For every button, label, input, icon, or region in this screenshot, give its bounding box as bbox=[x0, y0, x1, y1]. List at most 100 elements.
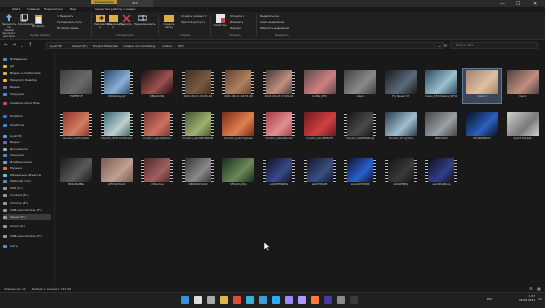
file-name[interactable]: clean bbox=[340, 95, 380, 98]
file-name[interactable]: 2021-06-11 16-55-44 bbox=[178, 95, 218, 98]
file-name[interactable]: Glass_SFX2/Glass_SFX2 bbox=[421, 95, 461, 98]
back-arrow-icon[interactable]: ← bbox=[4, 43, 8, 48]
file-thumbnail[interactable] bbox=[100, 112, 133, 136]
language-indicator[interactable]: РУС bbox=[487, 298, 492, 301]
file-name[interactable]: ZCSRK0NVtd bbox=[462, 137, 502, 140]
nav-item[interactable]: Видео и multimedia bbox=[3, 70, 51, 76]
file-name[interactable]: hand 2 bbox=[462, 95, 502, 98]
file-name[interactable]: houdini_paintyRoma bbox=[137, 137, 177, 140]
pin-quick-access-button[interactable]: Закрепить на панели быстрого доступа bbox=[2, 14, 16, 38]
up-arrow-icon[interactable]: ↑ bbox=[28, 43, 32, 48]
file-thumbnail[interactable] bbox=[384, 70, 417, 94]
file-name[interactable]: bottle_SFX bbox=[300, 95, 340, 98]
file-thumbnail[interactable] bbox=[100, 70, 133, 94]
nav-item[interactable]: Content (D:) bbox=[3, 192, 51, 198]
paste-button[interactable]: Вставить bbox=[32, 14, 45, 28]
breadcrumb-item[interactable]: скидки на marketing bbox=[123, 43, 155, 49]
rename-button[interactable]: Переименовать bbox=[134, 14, 155, 26]
nav-item[interactable]: Speed (E:) bbox=[3, 214, 51, 220]
invert-selection-button[interactable]: Обратить выделение bbox=[260, 27, 289, 30]
file-name[interactable]: Fly Speed 37 bbox=[381, 95, 421, 98]
file-thumbnail[interactable] bbox=[181, 158, 214, 182]
file-thumbnail[interactable] bbox=[222, 112, 255, 136]
taskbar-task-view-icon[interactable] bbox=[207, 296, 215, 304]
file-name[interactable]: houdini_paint bypass bbox=[218, 137, 258, 140]
nav-item[interactable]: Видео bbox=[3, 139, 51, 145]
file-name[interactable]: houdini_pbnPHR/PH bbox=[300, 137, 340, 140]
maximize-button[interactable]: ☐ bbox=[516, 1, 520, 7]
new-folder-button[interactable]: Создать папку bbox=[162, 14, 176, 29]
address-dropdown-icon[interactable]: ⌄ bbox=[438, 43, 441, 48]
copy-path-button[interactable]: Скопировать путь bbox=[57, 21, 82, 24]
file-thumbnail[interactable] bbox=[263, 112, 295, 136]
taskbar-after-effects-icon[interactable] bbox=[285, 296, 293, 304]
address-bar[interactable]: Lpull PC Speed (E:) Project Materials ск… bbox=[46, 42, 444, 49]
nav-item[interactable]: USB-накопитель (F:) bbox=[3, 233, 51, 239]
forward-arrow-icon[interactable]: → bbox=[12, 43, 16, 48]
file-name[interactable]: 2021-06-11 16-55-46 bbox=[218, 95, 258, 98]
taskbar-houdini-icon[interactable] bbox=[311, 296, 319, 304]
paste-shortcut-button[interactable]: Вставить ярлык bbox=[57, 27, 79, 30]
file-thumbnail[interactable] bbox=[263, 158, 295, 182]
recent-chevron-icon[interactable]: ⌄ bbox=[20, 43, 23, 48]
nav-item[interactable]: Сеть bbox=[3, 243, 51, 249]
file-name[interactable]: houdini_paintflorNRAM bbox=[178, 137, 218, 140]
nav-item[interactable]: Загрузки bbox=[3, 152, 51, 158]
select-none-button[interactable]: Снять выделение bbox=[260, 21, 284, 24]
select-all-button[interactable]: Выделить все bbox=[260, 15, 279, 18]
file-thumbnail[interactable] bbox=[60, 112, 92, 136]
file-thumbnail[interactable] bbox=[141, 158, 174, 182]
nav-item[interactable]: Amen (G:) bbox=[3, 223, 51, 229]
search-input[interactable]: Поиск: SFX bbox=[450, 42, 538, 49]
taskbar-media-encoder-icon[interactable] bbox=[324, 296, 332, 304]
breadcrumb-item[interactable]: video1 bbox=[162, 43, 172, 49]
file-thumbnail[interactable] bbox=[303, 70, 336, 94]
taskbar-windows-start-icon[interactable] bbox=[181, 296, 189, 304]
file-name[interactable]: pFHobrfmeld bbox=[97, 183, 137, 186]
file-thumbnail[interactable] bbox=[222, 158, 255, 182]
file-thumbnail[interactable] bbox=[141, 70, 174, 94]
file-name[interactable]: sDvSPtBfrg bbox=[381, 183, 421, 186]
nav-item[interactable]: Chrome (E:) bbox=[3, 200, 51, 206]
close-button[interactable]: ✕ bbox=[533, 1, 537, 7]
easy-access-button[interactable]: Простой доступ ▾ bbox=[181, 21, 205, 24]
nav-item[interactable]: Избранное bbox=[3, 56, 51, 62]
nav-item[interactable]: SSD (C:) bbox=[3, 185, 51, 191]
taskbar-edge-icon[interactable] bbox=[246, 296, 254, 304]
file-thumbnail[interactable] bbox=[344, 112, 377, 136]
delete-button[interactable]: Удалить bbox=[120, 14, 132, 26]
file-thumbnail[interactable] bbox=[344, 158, 377, 182]
nav-item[interactable]: USB-накопитель (F:) bbox=[3, 207, 51, 213]
file-name[interactable]: sAbrFdOAM bbox=[300, 183, 340, 186]
nav-item[interactable]: Telegram Desktop bbox=[3, 77, 51, 83]
copy-button[interactable]: Копировать bbox=[18, 14, 34, 26]
file-thumbnail[interactable] bbox=[384, 112, 417, 136]
file-thumbnail[interactable] bbox=[384, 158, 417, 182]
file-name[interactable]: liquid 2tweak bbox=[503, 137, 543, 140]
file-thumbnail[interactable] bbox=[466, 112, 498, 136]
file-thumbnail[interactable] bbox=[506, 70, 539, 94]
new-item-button[interactable]: Создать элемент ▾ bbox=[181, 15, 207, 18]
taskbar-chrome-icon[interactable] bbox=[233, 296, 241, 304]
file-name[interactable]: houdini_tipft.mp4le bbox=[56, 137, 96, 140]
cut-button[interactable]: ✂ Вырезать bbox=[57, 15, 73, 18]
file-thumbnail[interactable] bbox=[141, 112, 174, 136]
file-thumbnail[interactable] bbox=[263, 70, 295, 94]
nav-item[interactable]: Загрузки bbox=[3, 91, 51, 97]
file-thumbnail[interactable] bbox=[222, 70, 255, 94]
nav-item[interactable]: Рабочий стол bbox=[3, 178, 51, 184]
taskbar-photoshop-icon[interactable] bbox=[272, 296, 280, 304]
minimize-button[interactable]: — bbox=[500, 1, 505, 7]
file-name[interactable]: PC0afkefBle bbox=[56, 183, 96, 186]
file-thumbnail[interactable] bbox=[303, 158, 336, 182]
file-thumbnail[interactable] bbox=[303, 112, 336, 136]
notification-icon[interactable]: ▭ bbox=[538, 297, 542, 301]
nav-item[interactable]: Видео bbox=[3, 84, 51, 90]
file-name[interactable]: 680e6c0fa bbox=[137, 95, 177, 98]
file-name[interactable]: 29b6a0ayyjd bbox=[97, 95, 137, 98]
open-button[interactable]: Открыть ▾ bbox=[230, 15, 244, 18]
file-thumbnail[interactable] bbox=[425, 158, 458, 182]
taskbar-app-generic-icon[interactable] bbox=[337, 296, 345, 304]
nav-item[interactable]: Creative Cloud Files bbox=[3, 100, 51, 106]
file-name[interactable]: houdini_SQIHRAPeng bbox=[340, 137, 380, 140]
